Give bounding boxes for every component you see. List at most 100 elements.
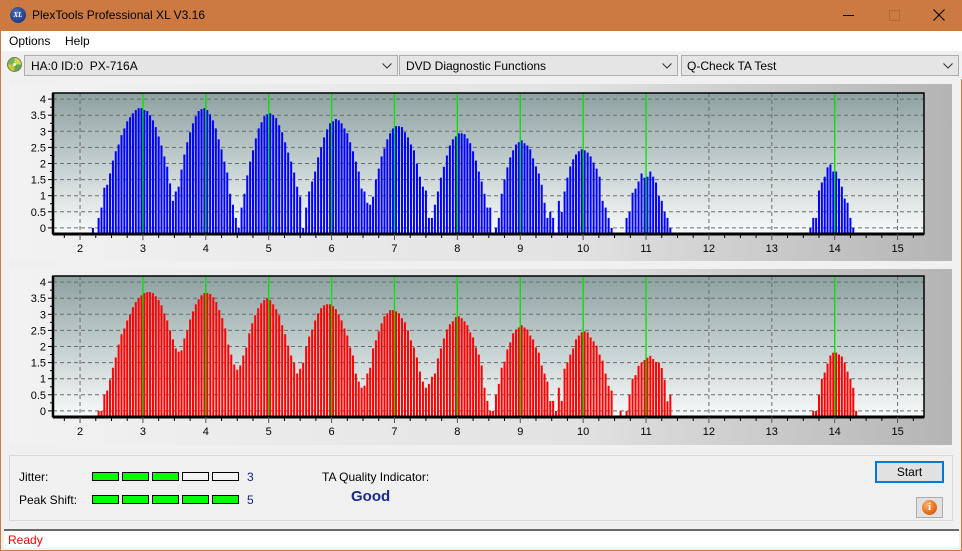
- histogram-bar: [424, 190, 427, 234]
- histogram-bar: [509, 157, 512, 234]
- histogram-bar: [560, 211, 563, 234]
- histogram-bar: [563, 368, 566, 417]
- histogram-bar: [240, 207, 243, 234]
- jitter-meter: [92, 472, 242, 481]
- test-select[interactable]: Q-Check TA Test: [681, 55, 959, 76]
- histogram-bar: [604, 373, 607, 417]
- histogram-bar: [329, 304, 332, 417]
- info-button[interactable]: i: [916, 497, 943, 518]
- histogram-bar: [457, 316, 460, 417]
- histogram-bar: [317, 157, 320, 234]
- histogram-bar: [160, 145, 163, 234]
- close-icon: [933, 9, 945, 21]
- histogram-bar: [640, 362, 643, 417]
- menu-help[interactable]: Help: [65, 34, 90, 48]
- histogram-bar: [454, 317, 457, 417]
- histogram-bar: [625, 217, 628, 234]
- x-tick-label: 14: [829, 426, 841, 438]
- histogram-bar: [169, 183, 172, 234]
- histogram-bar: [278, 315, 281, 417]
- histogram-bar: [372, 348, 375, 417]
- peak-shift-meter-segment: [122, 495, 149, 504]
- histogram-bar: [454, 136, 457, 234]
- histogram-bar: [100, 207, 103, 234]
- histogram-bar: [323, 137, 326, 234]
- histogram-bar: [643, 360, 646, 417]
- x-tick-label: 11: [640, 426, 651, 438]
- histogram-bar: [269, 300, 272, 417]
- histogram-bar: [308, 336, 311, 417]
- histogram-bar: [374, 340, 377, 417]
- histogram-bar: [523, 143, 526, 234]
- histogram-bar: [543, 202, 546, 234]
- histogram-bar: [369, 204, 372, 234]
- x-tick-label: 7: [391, 426, 397, 438]
- x-tick-label: 12: [703, 426, 715, 438]
- histogram-bar: [403, 132, 406, 234]
- histogram-bar: [254, 138, 257, 234]
- histogram-bar: [242, 355, 245, 417]
- histogram-bar: [497, 383, 500, 417]
- histogram-bar: [299, 196, 302, 234]
- y-tick-label: 1.5: [31, 358, 46, 370]
- histogram-bar: [598, 176, 601, 234]
- chevron-down-icon: [382, 63, 392, 69]
- menu-options[interactable]: Options: [9, 34, 50, 48]
- x-tick-label: 2: [77, 426, 83, 438]
- histogram-bar: [480, 365, 483, 417]
- drive-select[interactable]: HA:0 ID:0 PX-716A: [24, 55, 398, 76]
- jitter-label: Jitter:: [19, 470, 49, 484]
- histogram-bar: [846, 202, 849, 234]
- lower-chart-panel: 0 0.5 1 1.5 2 2.5 3 3.5 4 2 3 4 5 6 7 8 9 10 11 12 13 14 15: [9, 269, 952, 445]
- histogram-bar: [189, 319, 192, 417]
- histogram-bar: [166, 320, 169, 417]
- histogram-bar: [166, 166, 169, 234]
- histogram-bar: [246, 175, 249, 234]
- histogram-bar: [114, 357, 117, 417]
- histogram-bar: [134, 110, 137, 234]
- close-button[interactable]: [916, 0, 962, 30]
- histogram-bar: [460, 133, 463, 234]
- minimize-button[interactable]: [825, 0, 871, 30]
- start-button[interactable]: Start: [875, 461, 944, 483]
- histogram-bar: [357, 381, 360, 417]
- status-text: Ready: [8, 533, 43, 547]
- histogram-bar: [586, 332, 589, 417]
- histogram-bar: [503, 361, 506, 417]
- histogram-bar: [575, 339, 577, 417]
- histogram-bar: [474, 347, 477, 417]
- histogram-bar: [663, 379, 666, 417]
- histogram-bar: [103, 187, 106, 234]
- y-tick-label: 1.5: [31, 175, 46, 187]
- histogram-bar: [117, 344, 120, 417]
- maximize-button[interactable]: [871, 0, 917, 30]
- histogram-bar: [160, 305, 163, 417]
- histogram-bar: [299, 368, 302, 417]
- histogram-bar: [340, 123, 343, 234]
- histogram-bar: [663, 211, 666, 234]
- x-tick-label: 12: [703, 243, 715, 255]
- histogram-bar: [514, 329, 517, 417]
- histogram-bar: [397, 126, 400, 234]
- histogram-bar: [392, 310, 395, 417]
- title-bar: XL PlexTools Professional XL V3.16: [1, 0, 962, 31]
- y-tick-label: 2.5: [31, 142, 46, 154]
- histogram-bar: [120, 135, 123, 234]
- histogram-bar: [427, 217, 430, 234]
- function-select[interactable]: DVD Diagnostic Functions: [399, 55, 678, 76]
- histogram-bar: [383, 148, 386, 234]
- status-bar: Ready: [4, 529, 959, 548]
- histogram-bar: [332, 306, 335, 417]
- histogram-bar: [439, 348, 442, 417]
- x-tick-label: 6: [329, 426, 335, 438]
- histogram-bar: [403, 322, 406, 417]
- histogram-bar: [149, 115, 152, 234]
- x-tick-label: 9: [517, 243, 523, 255]
- histogram-bar: [226, 172, 229, 234]
- histogram-bar: [486, 400, 489, 417]
- histogram-bar: [436, 191, 439, 234]
- y-tick-label: 2: [40, 342, 46, 354]
- histogram-bar: [334, 119, 337, 234]
- histogram-bar: [820, 378, 823, 417]
- histogram-bar: [418, 371, 421, 417]
